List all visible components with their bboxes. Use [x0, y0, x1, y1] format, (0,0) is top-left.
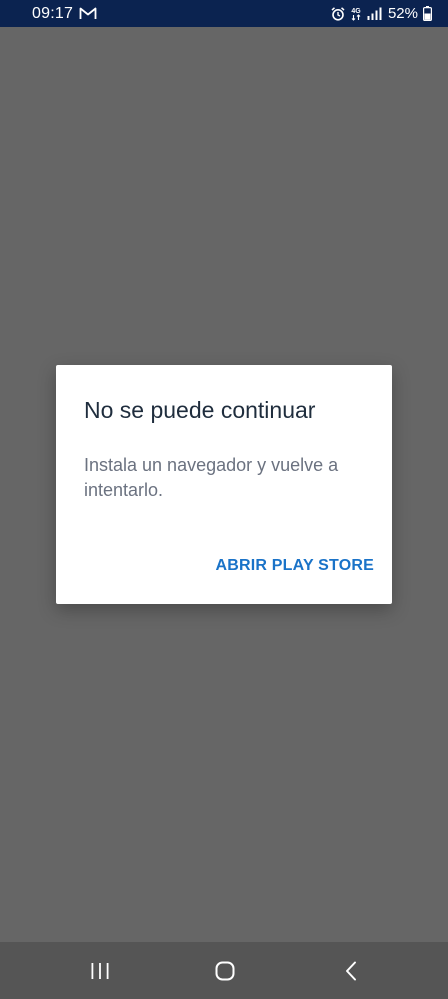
signal-icon [367, 7, 382, 20]
dialog-message: Instala un navegador y vuelve a intentar… [84, 455, 339, 500]
status-right: 4G 52% [326, 5, 432, 22]
recents-button[interactable] [60, 942, 140, 999]
status-bar: 09:17 4G 52% [0, 0, 448, 27]
home-button[interactable] [185, 942, 265, 999]
status-time: 09:17 [32, 4, 74, 22]
status-left: 09:17 [32, 5, 97, 23]
battery-percentage: 52% [387, 5, 418, 22]
dialog-title: No se puede continuar [84, 397, 316, 423]
gmail-icon [79, 7, 97, 20]
alarm-icon [331, 6, 345, 21]
back-button[interactable] [311, 942, 391, 999]
home-icon [215, 961, 235, 981]
data-4g-icon: 4G [350, 6, 362, 22]
back-icon [344, 961, 358, 981]
recents-icon [90, 962, 110, 980]
navigation-bar [0, 942, 448, 999]
battery-icon [423, 6, 432, 21]
svg-text:4G: 4G [351, 8, 361, 15]
open-play-store-button[interactable]: ABRIR PLAY STORE [216, 557, 375, 575]
alert-dialog: No se puede continuar Instala un navegad… [56, 365, 392, 604]
